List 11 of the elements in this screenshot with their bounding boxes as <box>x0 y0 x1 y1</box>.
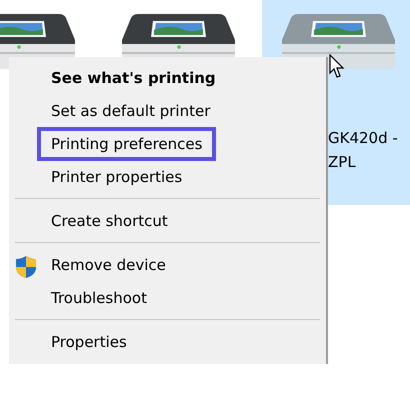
menu-item[interactable]: Troubleshoot <box>51 288 147 306</box>
cursor-icon <box>329 54 345 79</box>
menu-item[interactable]: Printer properties <box>51 168 182 186</box>
menu-item[interactable]: Set as default printer <box>51 102 210 120</box>
menu-item[interactable]: Printing preferences <box>51 134 202 152</box>
menu-item[interactable]: Remove device <box>51 256 166 274</box>
menu-item[interactable]: Properties <box>51 332 127 350</box>
menu-item[interactable]: See what's printing <box>51 68 216 86</box>
printer-name: GK420d - ZPL <box>328 128 399 173</box>
menu-item[interactable]: Create shortcut <box>51 212 168 230</box>
shield-icon <box>15 255 37 279</box>
